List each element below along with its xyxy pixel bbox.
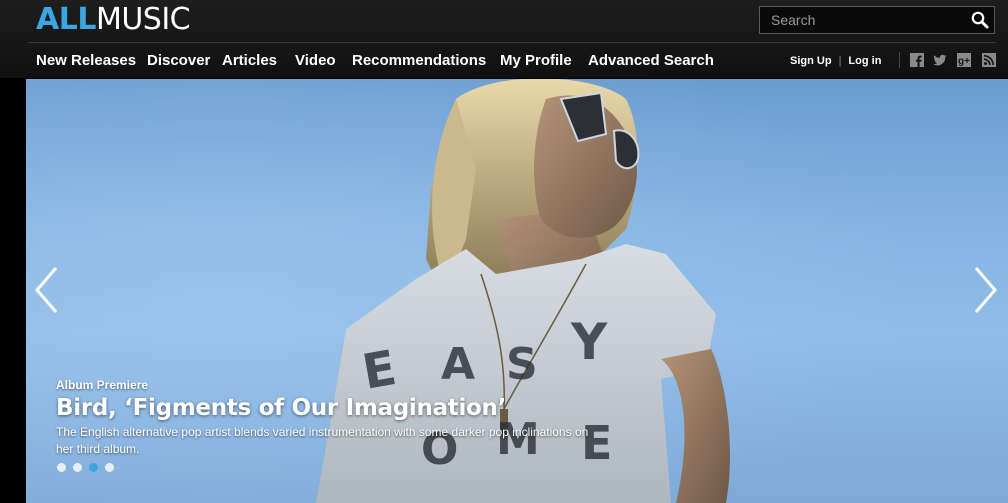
search-icon[interactable] bbox=[970, 10, 990, 30]
nav-advanced-search[interactable]: Advanced Search bbox=[588, 50, 714, 72]
rss-icon[interactable] bbox=[982, 53, 996, 67]
social-divider bbox=[899, 52, 900, 68]
svg-text:g+: g+ bbox=[958, 56, 970, 67]
allmusic-logo[interactable]: ALLMUSIC bbox=[36, 2, 191, 37]
search-box bbox=[759, 6, 995, 34]
nav-articles[interactable]: Articles bbox=[222, 50, 277, 72]
nav-discover[interactable]: Discover bbox=[147, 50, 210, 72]
google-plus-icon[interactable]: g+ bbox=[957, 53, 971, 67]
chevron-left-icon[interactable] bbox=[34, 266, 60, 314]
search-input[interactable] bbox=[760, 7, 960, 33]
carousel-dot[interactable] bbox=[105, 463, 114, 472]
carousel-dot[interactable] bbox=[89, 463, 98, 472]
hero-kicker: Album Premiere bbox=[56, 378, 149, 392]
nav-my-profile[interactable]: My Profile bbox=[500, 50, 572, 72]
chevron-right-icon[interactable] bbox=[972, 266, 998, 314]
hero-caption: Album Premiere Bird, ‘Figments of Our Im… bbox=[56, 378, 616, 458]
site-header: ALLMUSIC New Releases Discover Articles … bbox=[0, 0, 1008, 78]
auth-links: Sign Up | Log in bbox=[790, 54, 881, 68]
logo-all: ALL bbox=[36, 2, 96, 37]
nav-video[interactable]: Video bbox=[295, 50, 336, 72]
log-in-link[interactable]: Log in bbox=[848, 55, 881, 67]
shirt-letter: Y bbox=[570, 313, 608, 371]
hero-blurb: The English alternative pop artist blend… bbox=[56, 425, 589, 456]
logo-music: MUSIC bbox=[95, 2, 191, 37]
page-gutter bbox=[0, 79, 26, 503]
sign-up-link[interactable]: Sign Up bbox=[790, 55, 832, 67]
auth-separator: | bbox=[838, 55, 842, 67]
nav-new-releases[interactable]: New Releases bbox=[36, 50, 136, 72]
facebook-icon[interactable] bbox=[910, 53, 924, 67]
hero-headline[interactable]: Bird, ‘Figments of Our Imagination’ bbox=[56, 394, 616, 422]
header-divider bbox=[28, 42, 996, 43]
carousel-dot[interactable] bbox=[73, 463, 82, 472]
twitter-icon[interactable] bbox=[933, 53, 947, 67]
nav-recommendations[interactable]: Recommendations bbox=[352, 50, 486, 72]
carousel-dot[interactable] bbox=[57, 463, 66, 472]
